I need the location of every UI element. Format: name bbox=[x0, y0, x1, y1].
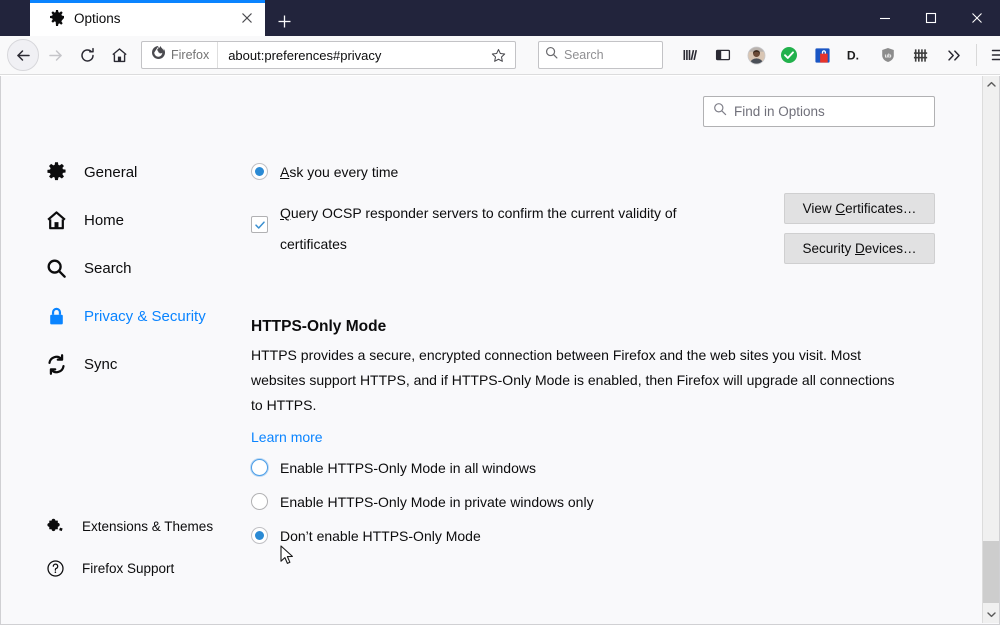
toolbar-extension-icons: D. ub bbox=[675, 40, 1000, 70]
sidebar-item-label: Home bbox=[84, 211, 125, 229]
url-bar[interactable]: Firefox about:preferences#privacy bbox=[141, 41, 516, 69]
gear-icon bbox=[45, 161, 67, 183]
options-nav-list: General Home Search Privacy & Security S… bbox=[1, 156, 247, 396]
sidebar-item-label: Search bbox=[84, 259, 132, 277]
security-devices-label: Security Devices… bbox=[802, 241, 917, 256]
ask-every-time-radio[interactable] bbox=[251, 163, 268, 180]
close-icon[interactable] bbox=[237, 8, 257, 28]
green-check-extension-icon[interactable] bbox=[774, 40, 804, 70]
ublock-shield-extension-icon[interactable]: ub bbox=[873, 40, 903, 70]
toolbar-divider bbox=[976, 44, 977, 66]
star-icon[interactable] bbox=[487, 44, 509, 66]
https-only-disabled-label: Don’t enable HTTPS-Only Mode bbox=[280, 528, 481, 544]
url-text[interactable]: about:preferences#privacy bbox=[218, 48, 487, 63]
back-button[interactable] bbox=[7, 39, 39, 71]
https-only-all-windows-label: Enable HTTPS-Only Mode in all windows bbox=[280, 460, 536, 476]
https-only-private-windows-radio[interactable] bbox=[251, 493, 268, 510]
browser-window: Options Firefox about:preferences#privac… bbox=[0, 0, 1000, 625]
sidebar-item-label: Extensions & Themes bbox=[82, 518, 214, 534]
tab-title: Options bbox=[74, 10, 121, 26]
lock-icon bbox=[45, 305, 67, 327]
ocsp-label: Query OCSP responder servers to confirm … bbox=[280, 205, 677, 252]
app-menu-button[interactable] bbox=[984, 40, 1000, 70]
new-tab-button[interactable] bbox=[265, 6, 303, 36]
sidebar-item-label: Privacy & Security bbox=[84, 307, 206, 325]
sidebar-item-search[interactable]: Search bbox=[1, 252, 247, 284]
svg-text:D.: D. bbox=[847, 49, 859, 63]
home-button[interactable] bbox=[103, 39, 135, 71]
sidebar-icon[interactable] bbox=[708, 40, 738, 70]
question-circle-icon bbox=[45, 558, 65, 578]
https-only-all-windows-radio[interactable] bbox=[251, 459, 268, 476]
sidebar-item-firefox-support[interactable]: Firefox Support bbox=[1, 555, 247, 581]
sidebar-item-general[interactable]: General bbox=[1, 156, 247, 188]
sync-icon bbox=[45, 353, 67, 375]
sidebar-item-extensions-themes[interactable]: Extensions & Themes bbox=[1, 513, 247, 539]
reload-button[interactable] bbox=[71, 39, 103, 71]
account-avatar[interactable] bbox=[741, 40, 771, 70]
https-only-description: HTTPS provides a secure, encrypted conne… bbox=[251, 347, 895, 413]
scroll-up-arrow[interactable] bbox=[983, 76, 999, 93]
https-only-private-windows-row[interactable]: Enable HTTPS-Only Mode in private window… bbox=[251, 492, 594, 513]
firefox-logo-icon bbox=[151, 45, 166, 65]
search-input[interactable]: Search bbox=[564, 48, 604, 62]
https-only-heading: HTTPS-Only Mode bbox=[251, 318, 387, 335]
view-certificates-label: View Certificates… bbox=[802, 201, 917, 216]
security-devices-button[interactable]: Security Devices… bbox=[784, 233, 935, 264]
sidebar-item-privacy-security[interactable]: Privacy & Security bbox=[1, 300, 247, 332]
options-sidebar: General Home Search Privacy & Security S… bbox=[1, 76, 247, 624]
options-nav-footer: Extensions & Themes Firefox Support bbox=[1, 513, 247, 597]
svg-text:ub: ub bbox=[885, 53, 892, 59]
identity-box[interactable]: Firefox bbox=[142, 42, 219, 68]
close-button[interactable] bbox=[954, 0, 1000, 36]
ask-every-time-row[interactable]: Ask you every time bbox=[251, 162, 398, 183]
puzzle-icon bbox=[45, 516, 65, 536]
ocsp-row[interactable]: Query OCSP responder servers to confirm … bbox=[251, 198, 716, 260]
options-page: Find in Options General Home Search Priv… bbox=[0, 76, 1000, 625]
dashlane-extension-icon[interactable]: D. bbox=[840, 40, 870, 70]
https-only-disabled-radio[interactable] bbox=[251, 527, 268, 544]
options-main-panel: Ask you every time Query OCSP responder … bbox=[247, 76, 977, 624]
overflow-chevron-icon[interactable] bbox=[939, 40, 969, 70]
minimize-button[interactable] bbox=[862, 0, 908, 36]
scrollbar-thumb[interactable] bbox=[983, 541, 999, 603]
tab-strip: Options bbox=[0, 0, 303, 36]
identity-label: Firefox bbox=[171, 48, 210, 62]
search-bar[interactable]: Search bbox=[538, 41, 663, 69]
navigation-toolbar: Firefox about:preferences#privacy Search bbox=[0, 36, 1000, 75]
sidebar-item-home[interactable]: Home bbox=[1, 204, 247, 236]
ocsp-checkbox[interactable] bbox=[251, 216, 268, 233]
tab-options[interactable]: Options bbox=[30, 0, 265, 36]
scroll-down-arrow[interactable] bbox=[983, 606, 999, 623]
forward-button[interactable] bbox=[39, 39, 71, 71]
sidebar-item-label: Sync bbox=[84, 355, 118, 373]
sidebar-item-label: General bbox=[84, 163, 138, 181]
https-only-private-windows-label: Enable HTTPS-Only Mode in private window… bbox=[280, 494, 594, 510]
ask-every-time-label: Ask you every time bbox=[280, 164, 399, 180]
home-icon bbox=[45, 209, 67, 231]
maximize-button[interactable] bbox=[908, 0, 954, 36]
https-only-disabled-row[interactable]: Don’t enable HTTPS-Only Mode bbox=[251, 526, 481, 547]
search-icon bbox=[545, 46, 558, 64]
https-only-all-windows-row[interactable]: Enable HTTPS-Only Mode in all windows bbox=[251, 458, 536, 479]
password-manager-extension-icon[interactable] bbox=[807, 40, 837, 70]
library-icon[interactable] bbox=[675, 40, 705, 70]
sidebar-item-label: Firefox Support bbox=[82, 560, 175, 576]
view-certificates-button[interactable]: View Certificates… bbox=[784, 193, 935, 224]
gear-icon bbox=[48, 10, 65, 27]
search-icon bbox=[45, 257, 67, 279]
title-bar: Options bbox=[0, 0, 1000, 36]
fence-extension-icon[interactable] bbox=[906, 40, 936, 70]
learn-more-link[interactable]: Learn more bbox=[251, 429, 323, 445]
sidebar-item-sync[interactable]: Sync bbox=[1, 348, 247, 380]
window-controls bbox=[862, 0, 1000, 36]
vertical-scrollbar[interactable] bbox=[982, 76, 999, 623]
